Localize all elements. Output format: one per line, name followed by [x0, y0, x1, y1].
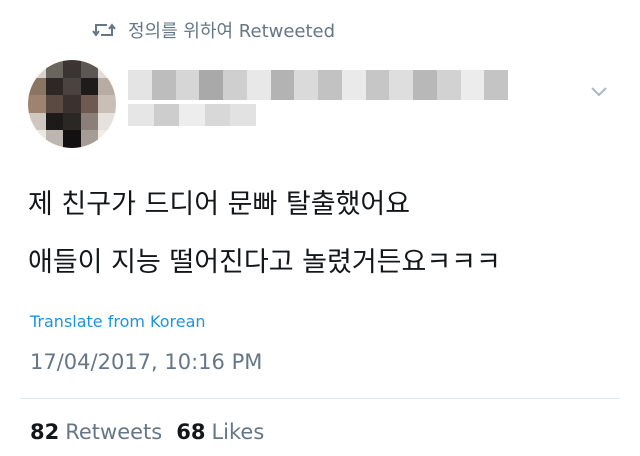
likes-stat[interactable]: 68 Likes: [176, 420, 264, 444]
retweets-count: 82: [30, 420, 60, 444]
tweet-timestamp[interactable]: 17/04/2017, 10:16 PM: [30, 350, 262, 374]
chevron-down-icon[interactable]: [590, 82, 608, 100]
avatar[interactable]: [28, 60, 116, 148]
tweet-stats: 82 Retweets 68 Likes: [30, 420, 278, 444]
retweet-icon: [92, 23, 116, 37]
retweeter-label[interactable]: 정의를 위하여 Retweeted: [128, 17, 335, 43]
translate-link[interactable]: Translate from Korean: [30, 312, 206, 331]
tweet-line: 애들이 지능 떨어진다고 놀렸거든요ㅋㅋㅋ: [28, 247, 501, 278]
author-handle-blurred[interactable]: [128, 104, 256, 126]
author-name-blurred[interactable]: [128, 70, 508, 100]
likes-label: Likes: [211, 420, 265, 444]
retweet-header: 정의를 위하여 Retweeted: [92, 17, 335, 43]
likes-count: 68: [176, 420, 206, 444]
tweet-line: 제 친구가 드디어 문빠 탈출했어요: [28, 189, 411, 220]
tweet-text: 제 친구가 드디어 문빠 탈출했어요 애들이 지능 떨어진다고 놀렸거든요ㅋㅋㅋ: [28, 176, 628, 292]
tweet-author: [28, 60, 618, 160]
retweets-stat[interactable]: 82 Retweets: [30, 420, 162, 444]
divider: [20, 398, 620, 399]
retweets-label: Retweets: [65, 420, 163, 444]
